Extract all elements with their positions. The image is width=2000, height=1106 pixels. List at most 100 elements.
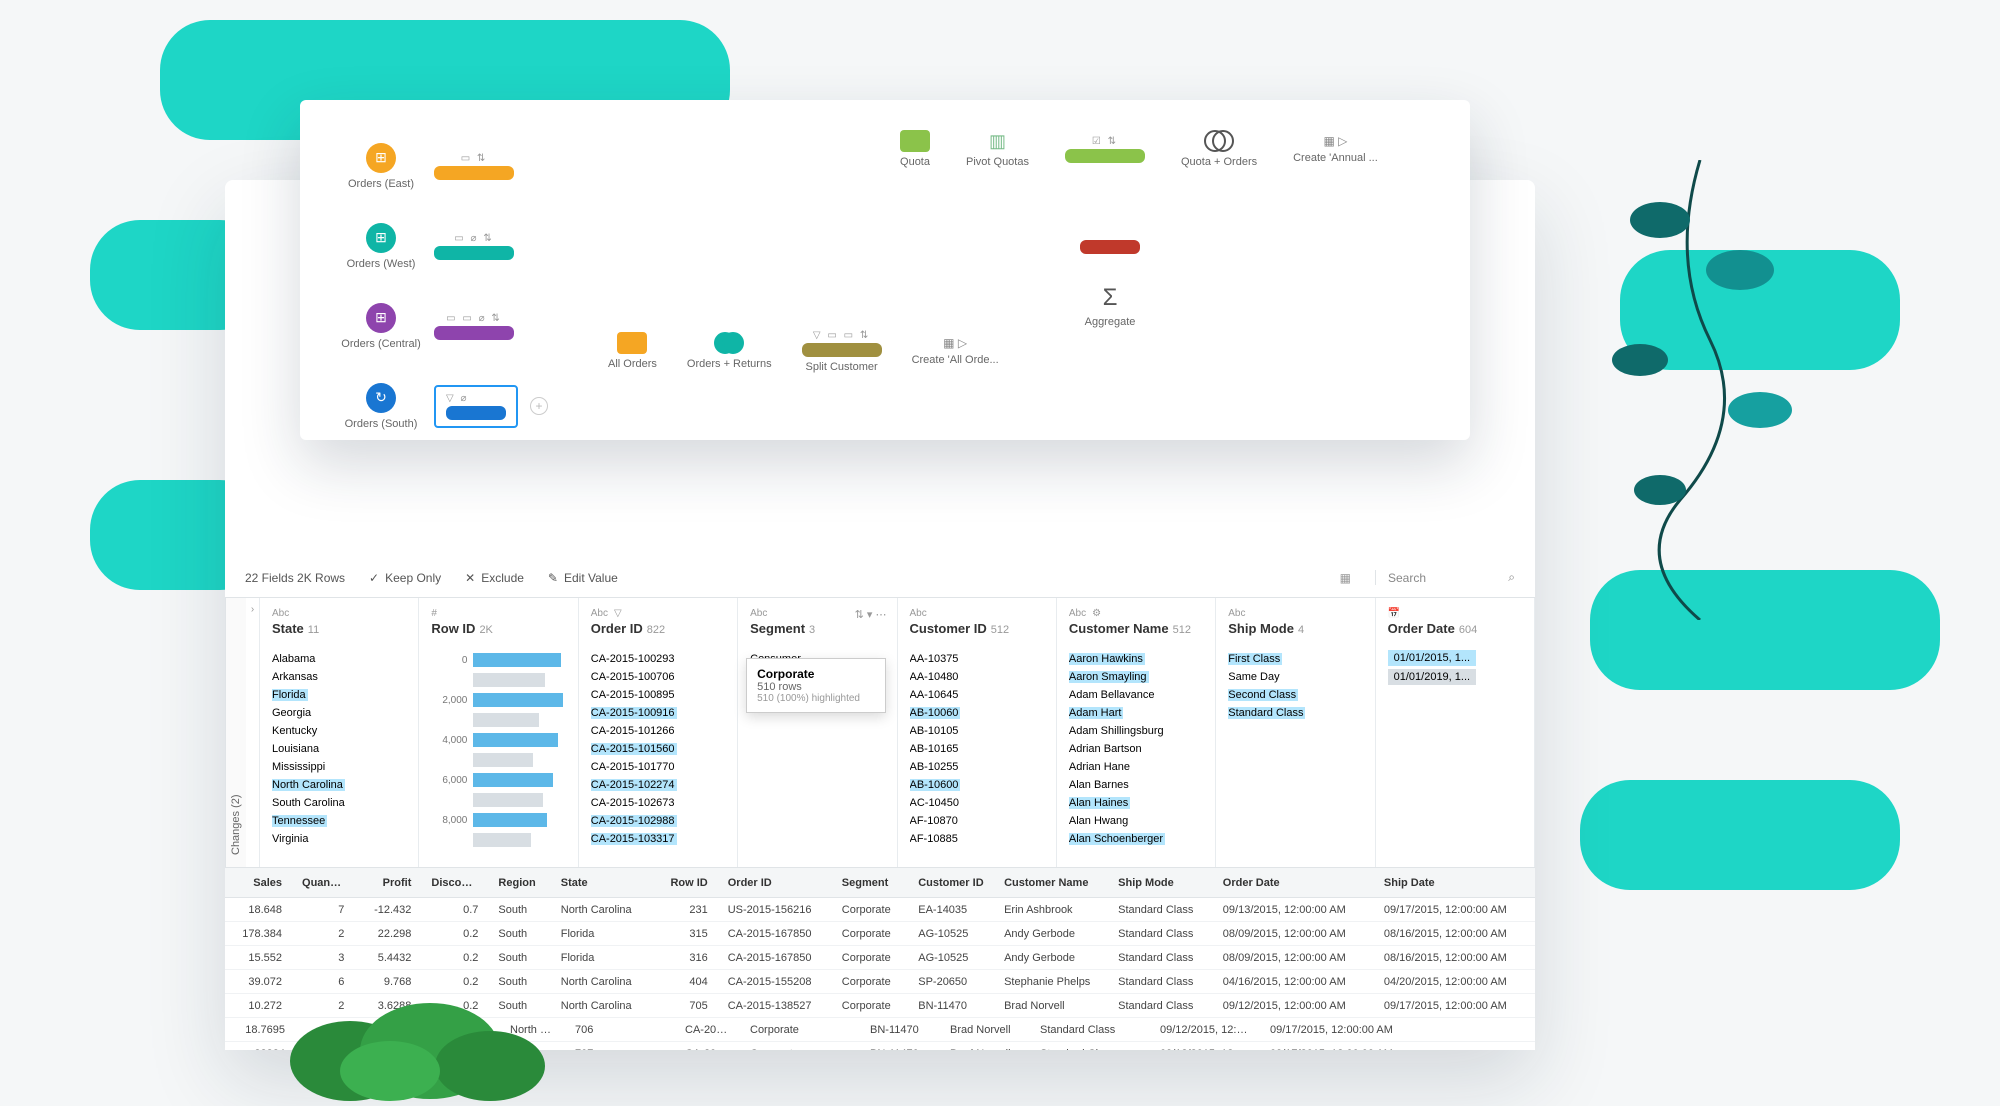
table-row[interactable]: 15.55235.44320.2SouthFlorida316CA-2015-1… xyxy=(225,946,1535,970)
union-step[interactable]: All Orders xyxy=(608,332,657,370)
value-row[interactable]: Alan Hwang xyxy=(1069,812,1203,830)
clean-step[interactable]: ▽ ▭ ▭ ⇅Split Customer xyxy=(802,330,882,373)
aggregate-step[interactable]: ΣAggregate xyxy=(1085,284,1136,328)
exclude-button[interactable]: ✕ Exclude xyxy=(465,571,524,585)
value-row[interactable]: Aaron Smayling xyxy=(1069,668,1203,686)
value-row[interactable]: Second Class xyxy=(1228,686,1362,704)
value-row[interactable]: CA-2015-103366 xyxy=(591,848,725,850)
search-input[interactable]: Search xyxy=(1388,571,1426,585)
add-step-icon[interactable]: + xyxy=(530,397,548,415)
profile-card[interactable]: Abc Ship Mode4First ClassSame DaySecond … xyxy=(1216,598,1375,867)
value-row[interactable]: Mississippi xyxy=(272,758,406,776)
value-row[interactable]: AC-10450 xyxy=(910,794,1044,812)
table-row[interactable]: 178.384222.2980.2SouthFlorida315CA-2015-… xyxy=(225,922,1535,946)
value-row[interactable]: CA-2015-102673 xyxy=(591,794,725,812)
column-header[interactable]: Customer Name xyxy=(994,877,1108,889)
value-row[interactable]: CA-2015-100916 xyxy=(591,704,725,722)
clean-step[interactable]: ☑ ⇅ xyxy=(1065,136,1145,163)
source-node[interactable]: ↻Orders (South) xyxy=(340,383,422,430)
value-row[interactable]: Same Day xyxy=(1228,668,1362,686)
date-chip[interactable]: 01/01/2015, 1... xyxy=(1388,650,1476,666)
profile-card[interactable]: Abc Segment3⇅ ▾ ⋯ConsumerContractorCorpo… xyxy=(738,598,897,867)
profile-card[interactable]: 📅 Order Date60401/01/2015, 1...01/01/201… xyxy=(1376,598,1535,867)
column-header[interactable]: Profit xyxy=(354,877,421,889)
value-row[interactable]: CA-2015-100706 xyxy=(591,668,725,686)
sort-icon[interactable]: ⇅ ▾ ⋯ xyxy=(855,608,887,621)
keep-only-button[interactable]: ✓ Keep Only xyxy=(369,571,441,585)
source-node[interactable]: ⊞Orders (West) xyxy=(340,223,422,270)
value-row[interactable]: Adam Bellavance xyxy=(1069,686,1203,704)
source-node[interactable]: ⊞Orders (Central) xyxy=(340,303,422,350)
column-header[interactable]: Row ID xyxy=(655,877,717,889)
changes-tab[interactable]: Changes (2) xyxy=(225,598,246,867)
pivot-step[interactable]: ▥Pivot Quotas xyxy=(966,131,1029,168)
value-row[interactable]: AG-10330 xyxy=(910,848,1044,850)
join-step[interactable]: Quota + Orders xyxy=(1181,130,1257,168)
column-header[interactable]: Order Date xyxy=(1213,877,1374,889)
value-row[interactable]: AB-10600 xyxy=(910,776,1044,794)
value-row[interactable]: Alabama xyxy=(272,650,406,668)
value-row[interactable]: South Carolina xyxy=(272,794,406,812)
value-row[interactable]: CA-2015-100293 xyxy=(591,650,725,668)
value-row[interactable]: Louisiana xyxy=(272,740,406,758)
column-header[interactable]: Order ID xyxy=(718,877,832,889)
value-row[interactable]: Adam Hart xyxy=(1069,704,1203,722)
gear-icon[interactable]: ⚙ xyxy=(1092,608,1101,619)
value-row[interactable]: CA-2015-101770 xyxy=(591,758,725,776)
value-row[interactable]: Florida xyxy=(272,686,406,704)
value-row[interactable]: Tennessee xyxy=(272,812,406,830)
value-row[interactable]: CA-2015-103317 xyxy=(591,830,725,848)
value-row[interactable]: Virginia xyxy=(272,830,406,848)
column-header[interactable]: Ship Mode xyxy=(1108,877,1213,889)
clean-step[interactable] xyxy=(434,166,514,180)
column-header[interactable]: Sales xyxy=(225,877,292,889)
value-row[interactable]: Adrian Bartson xyxy=(1069,740,1203,758)
table-row[interactable]: 10.27223.62880.2SouthNorth Carolina705CA… xyxy=(225,994,1535,1018)
value-row[interactable]: AF-10885 xyxy=(910,830,1044,848)
value-row[interactable]: North Carolina xyxy=(272,776,406,794)
table-row[interactable]: 18.76950.3SouthNorth Carolina706CA-2015-… xyxy=(225,1018,1535,1042)
value-row[interactable]: Georgia xyxy=(272,704,406,722)
output-step[interactable]: ▦ ▷Create 'All Orde... xyxy=(912,336,999,366)
value-row[interactable]: Alan Schoenberger xyxy=(1069,830,1203,848)
value-row[interactable]: Kentucky xyxy=(272,722,406,740)
table-row[interactable]: 18.6487-12.4320.7SouthNorth Carolina231U… xyxy=(225,898,1535,922)
profile-card[interactable]: # Row ID2K02,0004,0006,0008,00010,000 xyxy=(419,598,578,867)
flow-canvas[interactable]: ⊞Orders (East) ▭ ⇅ ⊞Orders (West) ▭ ⌀ ⇅ … xyxy=(300,100,1470,440)
value-row[interactable]: AA-10480 xyxy=(910,668,1044,686)
value-row[interactable]: First Class xyxy=(1228,650,1362,668)
column-header[interactable]: Ship Date xyxy=(1374,877,1535,889)
profile-card[interactable]: Abc Customer ID512AA-10375AA-10480AA-106… xyxy=(898,598,1057,867)
table-row[interactable]: 39.07269.7680.2SouthNorth Carolina404CA-… xyxy=(225,970,1535,994)
value-row[interactable]: Standard Class xyxy=(1228,704,1362,722)
profile-card[interactable]: Abc⚙ Customer Name512Aaron HawkinsAaron … xyxy=(1057,598,1216,867)
collapse-chevron-icon[interactable]: › xyxy=(246,598,260,867)
value-row[interactable]: AB-10255 xyxy=(910,758,1044,776)
value-row[interactable]: AB-10165 xyxy=(910,740,1044,758)
value-row[interactable]: Alan Haines xyxy=(1069,794,1203,812)
value-row[interactable]: Adrian Hane xyxy=(1069,758,1203,776)
value-row[interactable]: Alan Barnes xyxy=(1069,776,1203,794)
value-row[interactable]: CA-2015-102274 xyxy=(591,776,725,794)
join-step[interactable]: Orders + Returns xyxy=(687,332,772,370)
filter-icon[interactable]: ▽ xyxy=(614,608,622,619)
source-node[interactable]: Quota xyxy=(900,130,930,168)
clean-step[interactable] xyxy=(1080,240,1140,254)
value-row[interactable]: Arkansas xyxy=(272,668,406,686)
table-row[interactable]: 22824SouthNorth Carolina707CA-2015-13852… xyxy=(225,1042,1535,1050)
column-header[interactable]: Segment xyxy=(832,877,908,889)
value-row[interactable]: CA-2015-101560 xyxy=(591,740,725,758)
source-node[interactable]: ⊞Orders (East) xyxy=(340,143,422,190)
search-icon[interactable]: ⌕ xyxy=(1508,570,1515,585)
value-row[interactable]: AF-10870 xyxy=(910,812,1044,830)
selected-step[interactable]: ▽ ⌀ xyxy=(434,385,518,428)
value-row[interactable]: Aaron Hawkins xyxy=(1069,650,1203,668)
grid-view-icon[interactable]: ▦ xyxy=(1340,571,1351,585)
column-header[interactable]: Customer ID xyxy=(908,877,994,889)
value-row[interactable]: Adam Shillingsburg xyxy=(1069,722,1203,740)
profile-card[interactable]: Abc State11AlabamaArkansasFloridaGeorgia… xyxy=(260,598,419,867)
clean-step[interactable] xyxy=(434,326,514,340)
column-header[interactable]: Quantity xyxy=(292,877,354,889)
value-row[interactable]: AA-10645 xyxy=(910,686,1044,704)
profile-card[interactable]: Abc▽ Order ID822CA-2015-100293CA-2015-10… xyxy=(579,598,738,867)
